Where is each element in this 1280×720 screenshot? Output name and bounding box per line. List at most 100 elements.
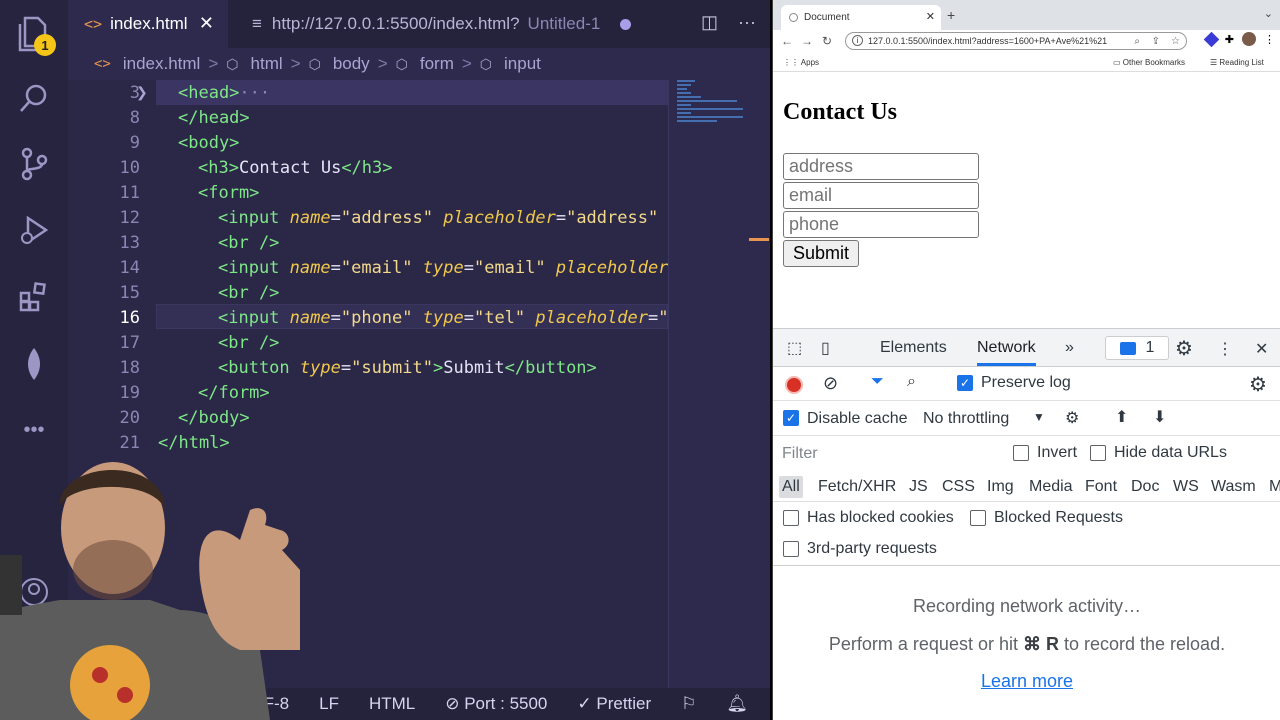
bookmark-apps[interactable]: ⋮⋮ Apps <box>783 58 819 67</box>
record-icon[interactable] <box>785 376 803 394</box>
reload-icon[interactable]: ↻ <box>817 34 837 48</box>
breadcrumb-item[interactable]: index.html <box>123 54 200 74</box>
star-icon[interactable]: ☆ <box>1171 34 1180 49</box>
type-filter[interactable]: WS <box>1173 478 1199 496</box>
has-blocked-cookies-checkbox[interactable] <box>783 510 799 526</box>
gear-icon[interactable]: ⚙ <box>1175 336 1193 361</box>
breadcrumb-item[interactable]: form <box>420 54 454 74</box>
type-filter[interactable]: Fetch/XHR <box>818 478 896 496</box>
search-icon[interactable]: ⌕ <box>907 373 916 391</box>
third-party-checkbox[interactable] <box>783 541 799 557</box>
new-tab-icon[interactable]: + <box>947 7 955 23</box>
code-editor[interactable]: ❯ 3 8 9 10 11 12 13 14 15 16 17 18 19 20… <box>68 80 668 688</box>
kebab-menu-icon[interactable]: ⋮ <box>1264 33 1275 46</box>
bookmark-other[interactable]: ▭ Other Bookmarks <box>1113 58 1185 67</box>
type-filter[interactable]: Media <box>1029 478 1073 496</box>
puzzle-icon[interactable]: ✚ <box>1225 33 1234 46</box>
status-port[interactable]: ⊘ Port : 5500 <box>445 694 547 714</box>
phone-input[interactable] <box>783 211 979 238</box>
back-icon[interactable]: ← <box>777 34 797 48</box>
share-icon[interactable]: ⇪ <box>1152 34 1160 49</box>
filter-input[interactable]: Filter <box>782 445 818 463</box>
address-bar[interactable]: i 127.0.0.1:5500/index.html?address=1600… <box>845 32 1187 50</box>
browser-toolbar: ← → ↻ i 127.0.0.1:5500/index.html?addres… <box>773 30 1280 52</box>
hide-data-urls-checkbox[interactable] <box>1090 445 1106 461</box>
more-icon[interactable]: ••• <box>14 410 54 450</box>
avatar[interactable] <box>1242 32 1256 46</box>
tab-untitled-1[interactable]: ≡ http://127.0.0.1:5500/index.html? Unti… <box>252 0 652 48</box>
bookmark-reading-list[interactable]: ☰ Reading List <box>1210 58 1264 67</box>
screen: 1 ••• <> index.html ✕ ≡ http://127.0.0.1… <box>0 0 1280 720</box>
forward-icon[interactable]: → <box>797 34 817 48</box>
chevron-down-icon[interactable]: ⌄ <box>1264 7 1273 20</box>
extension-icon[interactable] <box>1203 31 1220 47</box>
filter-icon[interactable]: ⏷ <box>871 373 884 391</box>
browser-tab-title: Document <box>804 12 850 23</box>
type-filter[interactable]: All <box>779 476 803 498</box>
minimap[interactable] <box>668 80 770 688</box>
invert-checkbox[interactable] <box>1013 445 1029 461</box>
status-language[interactable]: HTML <box>369 694 415 714</box>
type-filter[interactable]: Img <box>987 478 1014 496</box>
mongodb-leaf-icon[interactable] <box>14 344 54 384</box>
code-line: <head>··· <box>178 83 271 103</box>
status-eol[interactable]: LF <box>319 694 339 714</box>
tab-network[interactable]: Network <box>977 339 1036 366</box>
resource-type-filters: All Fetch/XHR JS CSS Img Media Font Doc … <box>773 470 1280 502</box>
upload-icon[interactable]: ⬆ <box>1115 407 1128 427</box>
explorer-icon[interactable]: 1 <box>14 14 56 56</box>
type-filter[interactable]: Font <box>1085 478 1117 496</box>
throttling-select[interactable]: No throttling <box>923 410 1009 428</box>
status-encoding[interactable]: TF-8 <box>253 694 289 714</box>
download-icon[interactable]: ⬇ <box>1153 407 1166 427</box>
blocked-requests-checkbox[interactable] <box>970 510 986 526</box>
address-input[interactable] <box>783 153 979 180</box>
source-control-icon[interactable] <box>14 144 54 184</box>
accounts-icon[interactable] <box>14 572 54 612</box>
code-line: </body> <box>178 408 250 428</box>
breadcrumb-item[interactable]: body <box>333 54 370 74</box>
inspect-element-icon[interactable]: ⬚ <box>787 338 802 358</box>
type-filter[interactable]: Doc <box>1131 478 1159 496</box>
issues-count: 1 <box>1145 339 1155 356</box>
extensions-icon[interactable] <box>14 276 54 316</box>
close-icon[interactable]: ✕ <box>926 10 935 23</box>
more-actions-icon[interactable]: ··· <box>738 12 756 33</box>
clear-icon[interactable]: ⊘ <box>823 373 838 394</box>
run-debug-icon[interactable] <box>14 210 54 250</box>
feedback-icon[interactable]: ⚐ <box>681 694 696 714</box>
type-filter[interactable]: M <box>1269 478 1280 496</box>
network-conditions-icon[interactable]: ⚙ <box>1065 408 1079 428</box>
breadcrumb-item[interactable]: html <box>251 54 283 74</box>
more-tabs-icon[interactable]: » <box>1065 339 1074 357</box>
learn-more-link[interactable]: Learn more <box>773 671 1280 692</box>
tab-elements[interactable]: Elements <box>880 339 947 357</box>
search-icon[interactable] <box>14 78 54 118</box>
type-filter[interactable]: JS <box>909 478 928 496</box>
breadcrumb-item[interactable]: input <box>504 54 541 74</box>
preserve-log-checkbox[interactable]: ✓ <box>957 375 973 391</box>
email-input[interactable] <box>783 182 979 209</box>
browser-tab-document[interactable]: Document ✕ <box>781 5 941 30</box>
disable-cache-checkbox[interactable]: ✓ <box>783 410 799 426</box>
zoom-icon[interactable]: ⌕ <box>1134 34 1140 49</box>
line-number: 13 <box>119 233 140 253</box>
submit-button[interactable]: Submit <box>783 240 859 267</box>
status-prettier[interactable]: ✓ Prettier <box>577 694 651 714</box>
vscode-window: 1 ••• <> index.html ✕ ≡ http://127.0.0.1… <box>0 0 770 720</box>
kebab-menu-icon[interactable]: ⋮ <box>1217 339 1233 359</box>
info-icon[interactable]: i <box>852 35 863 46</box>
bell-icon[interactable]: 🔔︎ <box>726 694 748 714</box>
close-tab-icon[interactable]: ✕ <box>199 13 214 34</box>
type-filter[interactable]: CSS <box>942 478 975 496</box>
dropdown-arrow-icon[interactable]: ▼ <box>1033 410 1045 424</box>
close-devtools-icon[interactable]: ✕ <box>1255 339 1268 359</box>
tab-index-html[interactable]: <> index.html ✕ <box>68 0 228 48</box>
device-toolbar-icon[interactable]: ▯ <box>821 338 830 358</box>
issues-button[interactable]: 1 <box>1105 336 1169 360</box>
cube-icon: ⬡ <box>308 55 321 72</box>
network-settings-gear-icon[interactable]: ⚙ <box>1249 372 1267 397</box>
split-editor-icon[interactable]: ◫ <box>701 12 718 33</box>
type-filter[interactable]: Wasm <box>1211 478 1256 496</box>
tab-sublabel: Untitled-1 <box>527 14 601 33</box>
